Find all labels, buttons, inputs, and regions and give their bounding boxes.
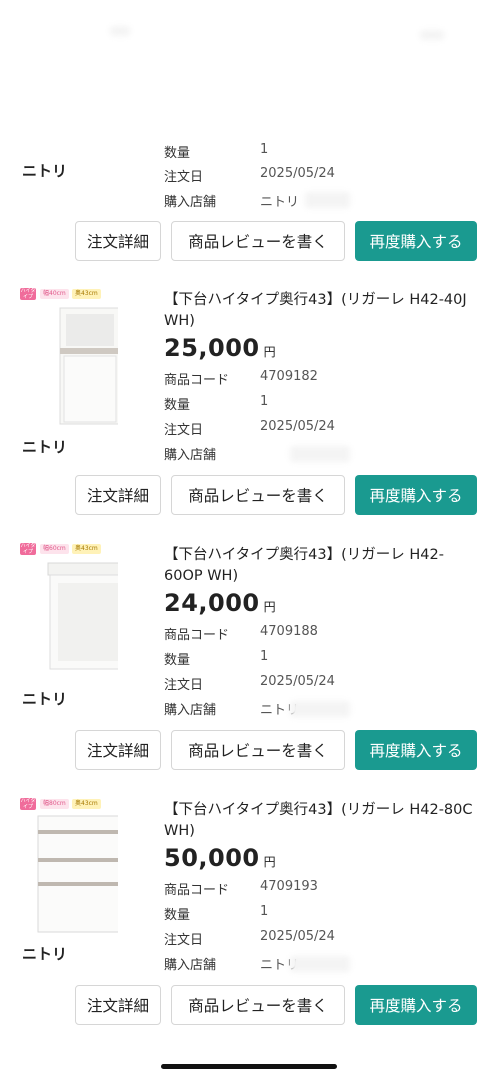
quantity-value: 1 [260,904,269,919]
product-title[interactable]: 【下台ハイタイプ奥行43】(リガーレ H42-40J WH) [164,290,474,332]
order-card: ハイタイプ 幅40cm 奥43cm 【下台ハイタイプ奥行43】(リガーレ H42… [0,288,499,518]
product-code-label: 商品コード [164,373,230,388]
store-label: 購入店舗 [164,448,217,463]
cabinet-illustration [47,562,118,670]
quantity-label: 数量 [164,398,191,413]
store-blur [290,446,350,462]
price-value: 50,000 [164,844,260,872]
order-date-value: 2025/05/24 [260,166,335,181]
write-review-button[interactable]: 商品レビューを書く [171,985,345,1025]
product-price: 50,000 円 [164,844,276,872]
quantity-value: 1 [260,142,269,157]
product-title[interactable]: 【下台ハイタイプ奥行43】(リガーレ H42-60OP WH) [164,545,474,587]
order-card: ハイタイプ 幅80cm 奥43cm 【下台ハイタイプ奥行43】(リガーレ H42… [0,798,499,1028]
order-date-value: 2025/05/24 [260,929,335,944]
cabinet-illustration [37,815,118,933]
product-code-value: 4709182 [260,369,318,384]
store-label: 購入店舗 [164,195,217,210]
price-value: 24,000 [164,589,260,617]
price-value: 25,000 [164,334,260,362]
order-detail-button[interactable]: 注文詳細 [75,475,161,515]
brand-label: ニトリ [22,690,68,708]
store-blur [290,956,350,972]
quantity-value: 1 [260,649,269,664]
rebuy-button[interactable]: 再度購入する [355,985,477,1025]
product-image[interactable]: ハイタイプ 幅80cm 奥43cm [18,798,118,938]
quantity-label: 数量 [164,146,191,161]
order-date-label: 注文日 [164,423,204,438]
order-date-value: 2025/05/24 [260,674,335,689]
home-indicator[interactable] [161,1064,337,1069]
product-code-label: 商品コード [164,628,230,643]
product-title[interactable]: 【下台ハイタイプ奥行43】(リガーレ H42-80C WH) [164,800,474,842]
write-review-button[interactable]: 商品レビューを書く [171,475,345,515]
store-label: 購入店舗 [164,958,217,973]
store-blur [290,701,350,717]
store-label: 購入店舗 [164,703,217,718]
brand-label: ニトリ [22,945,68,963]
yen-label: 円 [263,855,277,869]
write-review-button[interactable]: 商品レビューを書く [171,730,345,770]
brand-label: ニトリ [22,438,68,456]
cabinet-illustration [59,307,118,425]
order-card: 数量 1 ニトリ 注文日 2025/05/24 購入店舗 ニトリ 注文詳細 商品… [0,0,499,265]
brand-label: ニトリ [22,162,68,180]
store-blur [305,192,350,208]
quantity-label: 数量 [164,908,191,923]
yen-label: 円 [263,600,277,614]
product-code-value: 4709193 [260,879,318,894]
order-date-label: 注文日 [164,933,204,948]
product-price: 24,000 円 [164,589,276,617]
product-image[interactable]: ハイタイプ 幅40cm 奥43cm [18,288,118,428]
write-review-button[interactable]: 商品レビューを書く [171,221,345,261]
quantity-label: 数量 [164,653,191,668]
rebuy-button[interactable]: 再度購入する [355,475,477,515]
product-code-value: 4709188 [260,624,318,639]
quantity-value: 1 [260,394,269,409]
store-value: ニトリ [260,195,300,210]
order-date-value: 2025/05/24 [260,419,335,434]
order-card: ハイタイプ 幅60cm 奥43cm 【下台ハイタイプ奥行43】(リガーレ H42… [0,543,499,773]
order-detail-button[interactable]: 注文詳細 [75,985,161,1025]
order-detail-button[interactable]: 注文詳細 [75,730,161,770]
order-date-label: 注文日 [164,678,204,693]
order-detail-button[interactable]: 注文詳細 [75,221,161,261]
yen-label: 円 [263,345,277,359]
order-date-label: 注文日 [164,170,204,185]
rebuy-button[interactable]: 再度購入する [355,730,477,770]
product-code-label: 商品コード [164,883,230,898]
rebuy-button[interactable]: 再度購入する [355,221,477,261]
product-image[interactable]: ハイタイプ 幅60cm 奥43cm [18,543,118,683]
product-price: 25,000 円 [164,334,276,362]
